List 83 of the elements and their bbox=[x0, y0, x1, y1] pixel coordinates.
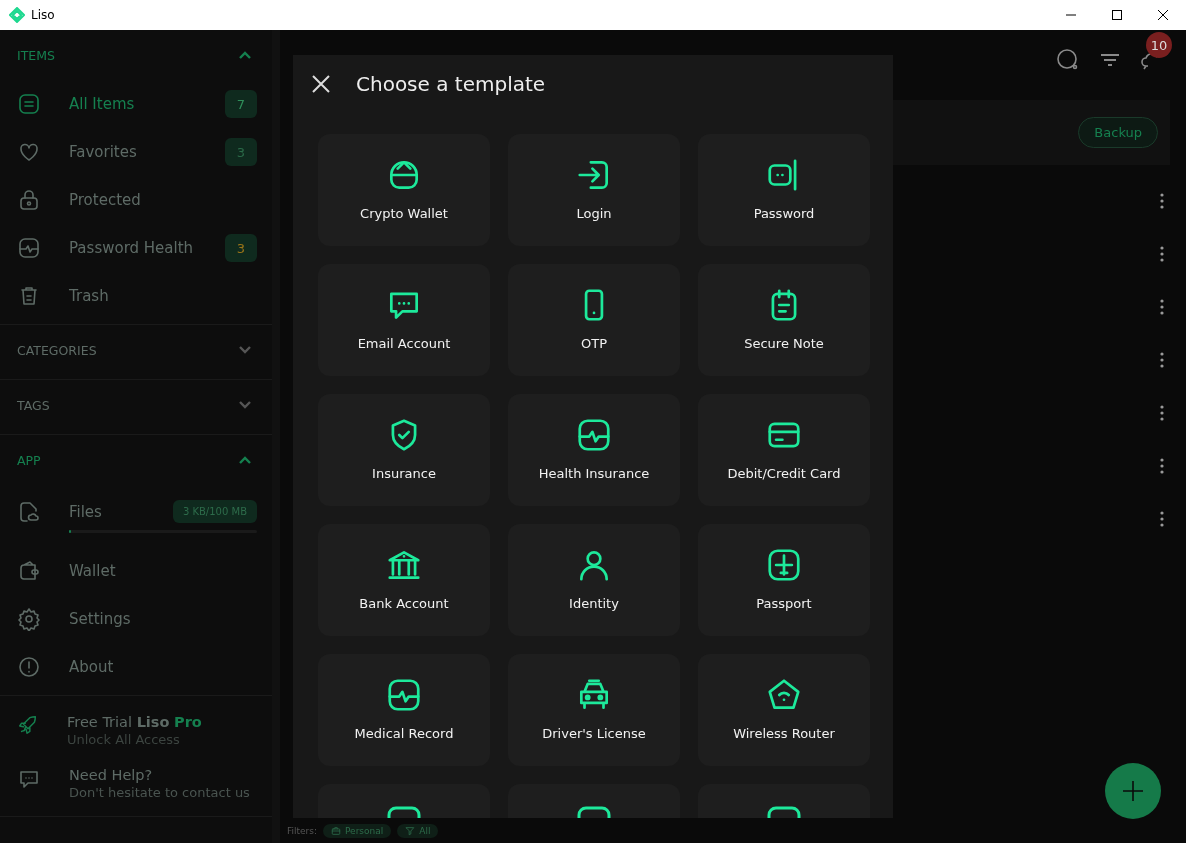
chevron-down-icon[interactable] bbox=[238, 345, 252, 355]
section-header[interactable]: ITEMS bbox=[17, 47, 238, 63]
section-header[interactable]: APP bbox=[17, 452, 238, 468]
template-card[interactable]: OTP bbox=[508, 264, 680, 376]
promo-title[interactable]: Free Trial Liso Pro bbox=[67, 714, 202, 730]
more-options-icon[interactable] bbox=[1160, 511, 1164, 527]
template-card[interactable]: Wireless Router bbox=[698, 654, 870, 766]
template-card[interactable]: Secure Note bbox=[698, 264, 870, 376]
template-card[interactable]: Crypto Wallet bbox=[318, 134, 490, 246]
template-card[interactable]: Passport bbox=[698, 524, 870, 636]
heartbeat-icon bbox=[17, 236, 41, 260]
template-card[interactable]: Debit/Credit Card bbox=[698, 394, 870, 506]
chevron-down-icon[interactable] bbox=[238, 400, 252, 410]
more-options-icon[interactable] bbox=[1160, 458, 1164, 474]
sidebar-label: Trash bbox=[69, 287, 110, 305]
template-icon bbox=[385, 806, 423, 818]
close-icon[interactable] bbox=[1158, 10, 1168, 20]
template-card[interactable]: Email Account bbox=[318, 264, 490, 376]
maximize-icon[interactable] bbox=[1112, 10, 1122, 20]
sidebar-label: Wallet bbox=[69, 562, 117, 580]
rocket-icon bbox=[17, 714, 39, 736]
settings-icon bbox=[17, 607, 41, 631]
search-icon[interactable] bbox=[1056, 48, 1080, 72]
template-card[interactable]: Driver's License bbox=[508, 654, 680, 766]
template-card[interactable]: Bank Account bbox=[318, 524, 490, 636]
storage-usage: 3 KB/100 MB bbox=[172, 500, 257, 523]
window-title: Liso bbox=[31, 8, 55, 22]
count-badge: 3 bbox=[225, 138, 257, 166]
template-card[interactable]: Medical Record bbox=[318, 654, 490, 766]
help-title[interactable]: Need Help? bbox=[69, 767, 250, 783]
heartbeat-icon bbox=[385, 676, 423, 714]
app-logo-icon bbox=[9, 7, 25, 23]
filter-icon bbox=[405, 826, 416, 836]
template-icon bbox=[575, 806, 613, 818]
template-icon bbox=[765, 806, 803, 818]
section-header[interactable]: TAGS bbox=[17, 397, 238, 413]
sidebar-item[interactable]: Settings bbox=[0, 595, 272, 643]
template-card[interactable]: Login bbox=[508, 134, 680, 246]
wallet-icon bbox=[17, 559, 41, 583]
chevron-up-icon[interactable] bbox=[238, 455, 252, 465]
sidebar-label: Files bbox=[69, 502, 103, 521]
template-card[interactable]: Insurance bbox=[318, 394, 490, 506]
filter-chip[interactable]: Personal bbox=[323, 824, 392, 838]
heartbeat-icon bbox=[575, 416, 613, 454]
sidebar-item[interactable]: All Items 7 bbox=[0, 80, 272, 128]
sidebar-item[interactable]: Protected bbox=[0, 176, 272, 224]
sidebar-item[interactable]: Trash bbox=[0, 272, 272, 320]
sidebar-label: Password Health bbox=[69, 239, 195, 257]
briefcase-icon bbox=[331, 826, 341, 836]
count-badge: 3 bbox=[225, 234, 257, 262]
more-options-icon[interactable] bbox=[1160, 352, 1164, 368]
dialog-title: Choose a template bbox=[356, 72, 546, 96]
template-card[interactable]: Identity bbox=[508, 524, 680, 636]
notification-badge: 10 bbox=[1146, 32, 1172, 58]
section-header[interactable]: CATEGORIES bbox=[17, 342, 238, 358]
chevron-up-icon[interactable] bbox=[238, 50, 252, 60]
sidebar-item[interactable]: Files 3 KB/100 MB bbox=[0, 485, 272, 547]
sidebar-label: About bbox=[69, 658, 115, 676]
more-options-icon[interactable] bbox=[1160, 193, 1164, 209]
sidebar-label: Protected bbox=[69, 191, 142, 209]
plus-icon bbox=[1121, 779, 1145, 803]
file-cloud-icon bbox=[17, 499, 41, 524]
add-button[interactable] bbox=[1105, 763, 1161, 819]
sidebar-item[interactable]: Wallet bbox=[0, 547, 272, 595]
sidebar-label: All Items bbox=[69, 95, 136, 113]
filter-chip[interactable]: All bbox=[397, 824, 439, 838]
sidebar-label: Favorites bbox=[69, 143, 138, 161]
help-subtitle: Don't hesitate to contact us bbox=[69, 785, 250, 800]
exclamation-icon bbox=[17, 655, 41, 679]
template-card[interactable]: Password bbox=[698, 134, 870, 246]
sidebar-label: Settings bbox=[69, 610, 132, 628]
template-card[interactable]: Health Insurance bbox=[508, 394, 680, 506]
sidebar-item[interactable]: Favorites 3 bbox=[0, 128, 272, 176]
list-icon bbox=[17, 92, 41, 116]
count-badge: 7 bbox=[225, 90, 257, 118]
more-options-icon[interactable] bbox=[1160, 299, 1164, 315]
lock-icon bbox=[17, 188, 41, 212]
filters-label: Filters: bbox=[287, 826, 317, 836]
sidebar-item[interactable]: Password Health 3 bbox=[0, 224, 272, 272]
more-options-icon[interactable] bbox=[1160, 246, 1164, 262]
more-options-icon[interactable] bbox=[1160, 405, 1164, 421]
backup-button[interactable]: Backup bbox=[1078, 117, 1158, 148]
sidebar-item[interactable]: About bbox=[0, 643, 272, 691]
